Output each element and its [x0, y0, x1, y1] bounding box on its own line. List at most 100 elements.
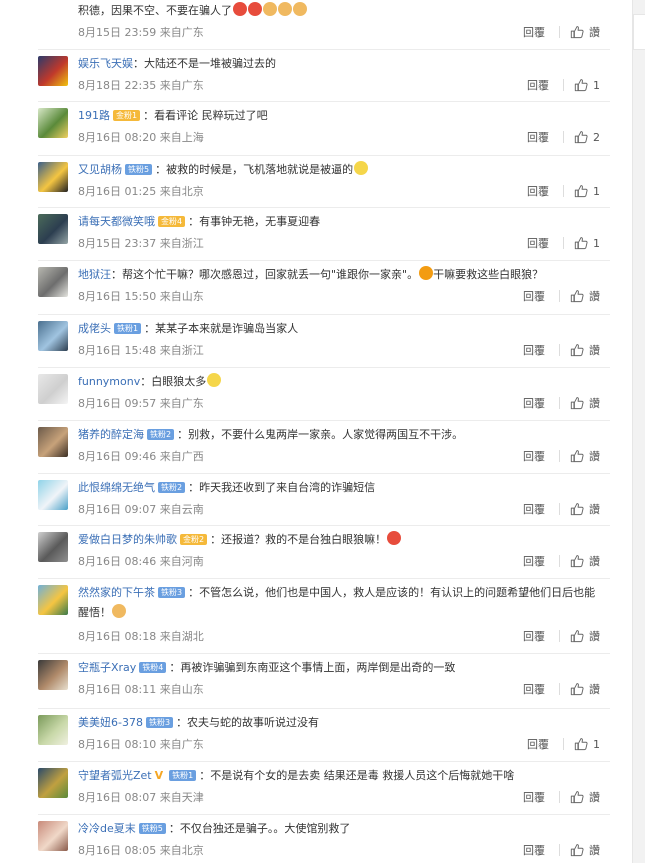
comment-text-line: 然然家的下午茶 铁粉3 ：不管怎么说，他们也是中国人，救人是应该的！有认识上的问题希…	[78, 583, 598, 623]
user-avatar[interactable]	[38, 214, 68, 244]
reply-button[interactable]: 回覆	[523, 24, 545, 40]
user-avatar[interactable]	[38, 660, 68, 690]
like-count[interactable]: 1	[593, 738, 600, 751]
username-link[interactable]: 娱乐飞天娱	[78, 57, 133, 70]
user-avatar[interactable]	[38, 821, 68, 851]
thumbs-up-icon[interactable]	[570, 25, 584, 39]
user-avatar[interactable]	[38, 480, 68, 510]
thumbs-up-icon[interactable]	[574, 236, 588, 250]
like-count[interactable]: 1	[593, 185, 600, 198]
fan-level-badge: 铁粉2	[147, 429, 175, 440]
comment-actions: 回覆 讚	[523, 842, 600, 858]
thumbs-up-icon[interactable]	[570, 790, 584, 804]
username-link[interactable]: 爱做白日梦的朱帅歌	[78, 533, 177, 546]
fan-level-badge: 铁粉1	[114, 323, 142, 334]
thumbs-up-icon[interactable]	[570, 449, 584, 463]
thumbs-up-icon[interactable]	[574, 737, 588, 751]
username-link[interactable]: 美美妞6-378	[78, 716, 143, 729]
comment-meta: 8月16日 15:48 来自浙江	[78, 342, 204, 358]
user-avatar[interactable]	[38, 427, 68, 457]
like-count[interactable]: 2	[593, 131, 600, 144]
comment-text: ：昨天我还收到了来自台湾的诈骗短信	[188, 481, 376, 494]
reply-button[interactable]: 回覆	[523, 628, 545, 644]
user-avatar[interactable]	[38, 715, 68, 745]
user-avatar[interactable]	[38, 321, 68, 351]
user-avatar[interactable]	[38, 56, 68, 86]
reply-button[interactable]: 回覆	[523, 842, 545, 858]
pray-emoji-icon	[278, 2, 292, 16]
thumbs-up-icon[interactable]	[570, 843, 584, 857]
action-divider	[559, 26, 560, 38]
comment-body: 191路 金粉1 ：看看评论 民粹玩过了吧	[78, 106, 610, 126]
user-avatar[interactable]	[38, 267, 68, 297]
user-avatar[interactable]	[38, 108, 68, 138]
action-divider	[559, 683, 560, 695]
username-link[interactable]: 地狱汪	[78, 268, 111, 281]
like-count[interactable]: 讚	[589, 681, 600, 697]
reply-button[interactable]: 回覆	[523, 288, 545, 304]
comment-page: 积德，因果不空、不要在骗人了 8月15日 23:59 来自广东 回覆讚娱乐飞天娱：大…	[0, 0, 645, 863]
user-avatar[interactable]	[38, 162, 68, 192]
thumbs-up-icon[interactable]	[570, 502, 584, 516]
like-count[interactable]: 讚	[589, 553, 600, 569]
thumbs-up-icon[interactable]	[570, 629, 584, 643]
username-link[interactable]: 空瓶子Xray	[78, 661, 136, 674]
username-link[interactable]: 请每天都微笑哦	[78, 215, 155, 228]
reply-button[interactable]: 回覆	[527, 77, 549, 93]
thumbs-up-icon[interactable]	[574, 130, 588, 144]
username-link[interactable]: 此恨绵绵无绝气	[78, 481, 155, 494]
reply-button[interactable]: 回覆	[527, 235, 549, 251]
user-avatar[interactable]	[38, 768, 68, 798]
thumbs-up-icon[interactable]	[570, 554, 584, 568]
comment-text-line: 请每天都微笑哦 金粉4 ：有事钟无艳，无事夏迎春	[78, 212, 610, 232]
username-link[interactable]: 又见胡杨	[78, 163, 122, 176]
comment-location: 来自上海	[159, 131, 204, 144]
like-count[interactable]: 讚	[589, 789, 600, 805]
reply-button[interactable]: 回覆	[527, 129, 549, 145]
comment-body: 请每天都微笑哦 金粉4 ：有事钟无艳，无事夏迎春	[78, 212, 610, 232]
smirk-emoji-icon	[207, 373, 222, 387]
like-count[interactable]: 讚	[589, 501, 600, 517]
thumbs-up-icon[interactable]	[570, 289, 584, 303]
reply-button[interactable]: 回覆	[523, 342, 545, 358]
thumbs-up-icon[interactable]	[570, 682, 584, 696]
user-avatar[interactable]	[38, 532, 68, 562]
username-link[interactable]: 然然家的下午茶	[78, 586, 155, 599]
username-link[interactable]: 猪养的醉定海	[78, 428, 144, 441]
username-link[interactable]: funnymonv	[78, 375, 140, 388]
like-count[interactable]: 1	[593, 237, 600, 250]
comment-body: 美美妞6-378 铁粉3 ：农夫与蛇的故事听说过没有	[78, 713, 610, 733]
reply-button[interactable]: 回覆	[523, 681, 545, 697]
thumbs-up-icon[interactable]	[574, 78, 588, 92]
reply-button[interactable]: 回覆	[523, 553, 545, 569]
comment-date: 8月16日 08:05	[78, 844, 157, 857]
reply-button[interactable]: 回覆	[527, 736, 549, 752]
comment-text: ：不仅台独还是骗子。。大使馆别救了	[168, 822, 351, 835]
user-avatar[interactable]	[38, 374, 68, 404]
comment-body: 猪养的醉定海 铁粉2 ：别救，不要什么鬼两岸一家亲。人家觉得两国互不干涉。	[78, 425, 610, 445]
username-link[interactable]: 守望者弧光Zet	[78, 769, 152, 782]
thumbs-up-icon[interactable]	[570, 396, 584, 410]
like-count[interactable]: 讚	[589, 288, 600, 304]
comment-text-line: 地狱汪：帮这个忙干嘛？哪次感恩过，回家就丢一句"谁跟你一家亲"。 干嘛要救这些白眼…	[78, 265, 610, 285]
reply-button[interactable]: 回覆	[523, 448, 545, 464]
like-count[interactable]: 讚	[589, 628, 600, 644]
reply-button[interactable]: 回覆	[523, 395, 545, 411]
like-count[interactable]: 讚	[589, 448, 600, 464]
thumbs-up-icon[interactable]	[574, 184, 588, 198]
like-count[interactable]: 1	[593, 79, 600, 92]
like-count[interactable]: 讚	[589, 342, 600, 358]
reply-button[interactable]: 回覆	[523, 501, 545, 517]
reply-button[interactable]: 回覆	[527, 183, 549, 199]
reply-button[interactable]: 回覆	[523, 789, 545, 805]
comment-actions: 回覆 讚	[523, 789, 600, 805]
username-link[interactable]: 成佬头	[78, 322, 111, 335]
username-link[interactable]: 191路	[78, 109, 110, 122]
like-count[interactable]: 讚	[589, 395, 600, 411]
username-link[interactable]: 冷冷de夏末	[78, 822, 136, 835]
thumbs-up-icon[interactable]	[570, 343, 584, 357]
comment-text: ：某某子本来就是诈骗岛当家人	[144, 322, 299, 335]
like-count[interactable]: 讚	[589, 842, 600, 858]
user-avatar[interactable]	[38, 585, 68, 615]
like-count[interactable]: 讚	[589, 24, 600, 40]
